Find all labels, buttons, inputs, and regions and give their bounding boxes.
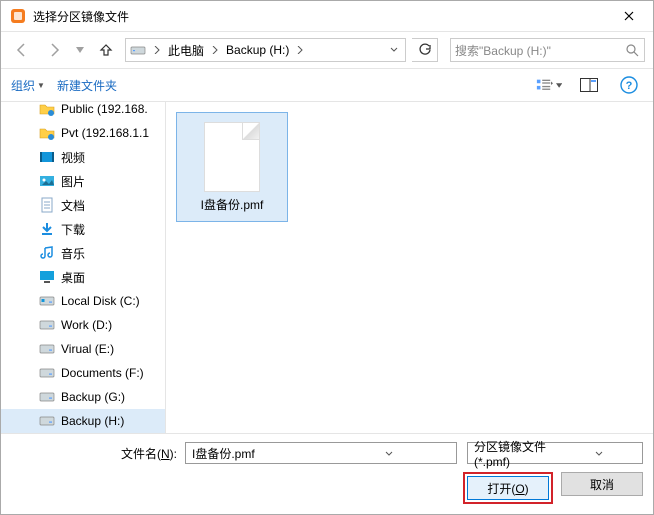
tree-item[interactable]: Work (D:) (1, 313, 165, 337)
tree-item-label: Documents (F:) (61, 366, 144, 380)
address-bar[interactable]: 此电脑 Backup (H:) (125, 38, 406, 62)
filename-input[interactable]: I盘备份.pmf (185, 442, 457, 464)
app-icon (9, 7, 27, 25)
history-dropdown[interactable] (73, 47, 87, 53)
tree-item[interactable]: Pvt (192.168.1.1 (1, 121, 165, 145)
title-bar: 选择分区镜像文件 (1, 1, 653, 32)
search-placeholder: 搜索"Backup (H:)" (455, 42, 624, 59)
tree-item[interactable]: 下载 (1, 217, 165, 241)
open-button[interactable]: 打开(O) (467, 476, 549, 500)
tree-item[interactable]: 桌面 (1, 265, 165, 289)
tree-item-label: Virual (E:) (61, 342, 114, 356)
new-folder-button[interactable]: 新建文件夹 (57, 77, 117, 94)
navigation-row: 此电脑 Backup (H:) 搜索"Backup (H:)" (1, 32, 653, 68)
toolbar: 组织▼ 新建文件夹 ? (1, 68, 653, 102)
tree-item[interactable]: Documents (F:) (1, 361, 165, 385)
tree-item-label: 桌面 (61, 269, 85, 286)
tree-item-label: Public (192.168. (61, 102, 148, 116)
tree-item[interactable]: Backup (H:) (1, 409, 165, 433)
file-item[interactable]: I盘备份.pmf (176, 112, 288, 222)
drive-icon (39, 341, 55, 357)
tree-item-label: Local Disk (C:) (61, 294, 140, 308)
svg-text:?: ? (626, 80, 633, 92)
drive-icon (39, 413, 55, 429)
chevron-down-icon[interactable] (323, 451, 454, 456)
address-dropdown[interactable] (385, 47, 403, 53)
footer: 文件名(N): I盘备份.pmf 分区镜像文件(*.pmf) 打开(O) 取消 (1, 433, 653, 514)
music-icon (39, 245, 55, 261)
cancel-button[interactable]: 取消 (561, 472, 643, 496)
tree-item-label: 文档 (61, 197, 85, 214)
close-button[interactable] (609, 2, 649, 30)
file-pane[interactable]: I盘备份.pmf (166, 102, 653, 433)
organize-menu[interactable]: 组织▼ (11, 77, 45, 94)
chevron-right-icon[interactable] (208, 46, 222, 54)
tree-item[interactable]: 文档 (1, 193, 165, 217)
folder-tree[interactable]: Public (192.168. Pvt (192.168.1.1 视频图片文档下载… (1, 102, 166, 433)
tree-item-label: 图片 (61, 173, 85, 190)
filename-label: 文件名(N): (11, 445, 181, 462)
view-options-button[interactable] (535, 74, 563, 96)
downloads-icon (39, 221, 55, 237)
tree-item[interactable]: Backup (G:) (1, 385, 165, 409)
tree-item-label: 视频 (61, 149, 85, 166)
forward-button[interactable] (41, 37, 67, 63)
chevron-down-icon: ▼ (37, 81, 45, 90)
chevron-down-icon[interactable] (557, 451, 640, 456)
drive-icon (39, 365, 55, 381)
content-area: Public (192.168. Pvt (192.168.1.1 视频图片文档下载… (1, 102, 653, 433)
tree-item[interactable]: Local Disk (C:) (1, 289, 165, 313)
dialog-title: 选择分区镜像文件 (33, 8, 609, 25)
tree-item-label: Pvt (192.168.1.1 (61, 126, 149, 140)
tree-item-label: Backup (G:) (61, 390, 125, 404)
up-button[interactable] (93, 37, 119, 63)
tree-item[interactable]: 音乐 (1, 241, 165, 265)
drive-os-icon (39, 293, 55, 309)
pictures-icon (39, 173, 55, 189)
file-label: I盘备份.pmf (201, 196, 264, 213)
drive-icon (39, 389, 55, 405)
folder-net-icon (39, 102, 55, 117)
search-icon (624, 44, 640, 57)
tree-item-label: 音乐 (61, 245, 85, 262)
tree-item-label: Work (D:) (61, 318, 112, 332)
chevron-right-icon[interactable] (293, 46, 307, 54)
tree-item-label: 下载 (61, 221, 85, 238)
tree-item[interactable]: Public (192.168. (1, 102, 165, 121)
open-button-highlight: 打开(O) (463, 472, 553, 504)
file-type-filter[interactable]: 分区镜像文件(*.pmf) (467, 442, 643, 464)
tree-item[interactable]: 图片 (1, 169, 165, 193)
help-button[interactable]: ? (615, 74, 643, 96)
tree-item-label: Backup (H:) (61, 414, 124, 428)
refresh-button[interactable] (412, 38, 438, 62)
tree-item[interactable]: Virual (E:) (1, 337, 165, 361)
chevron-right-icon[interactable] (150, 46, 164, 54)
video-icon (39, 149, 55, 165)
breadcrumb-seg-pc[interactable]: 此电脑 (164, 40, 208, 61)
back-button[interactable] (9, 37, 35, 63)
file-icon (204, 122, 260, 192)
preview-pane-button[interactable] (575, 74, 603, 96)
drive-icon (128, 40, 148, 60)
tree-item[interactable]: 视频 (1, 145, 165, 169)
documents-icon (39, 197, 55, 213)
search-input[interactable]: 搜索"Backup (H:)" (450, 38, 645, 62)
breadcrumb-seg-drive[interactable]: Backup (H:) (222, 41, 293, 59)
desktop-icon (39, 269, 55, 285)
drive-icon (39, 317, 55, 333)
folder-net-icon (39, 125, 55, 141)
